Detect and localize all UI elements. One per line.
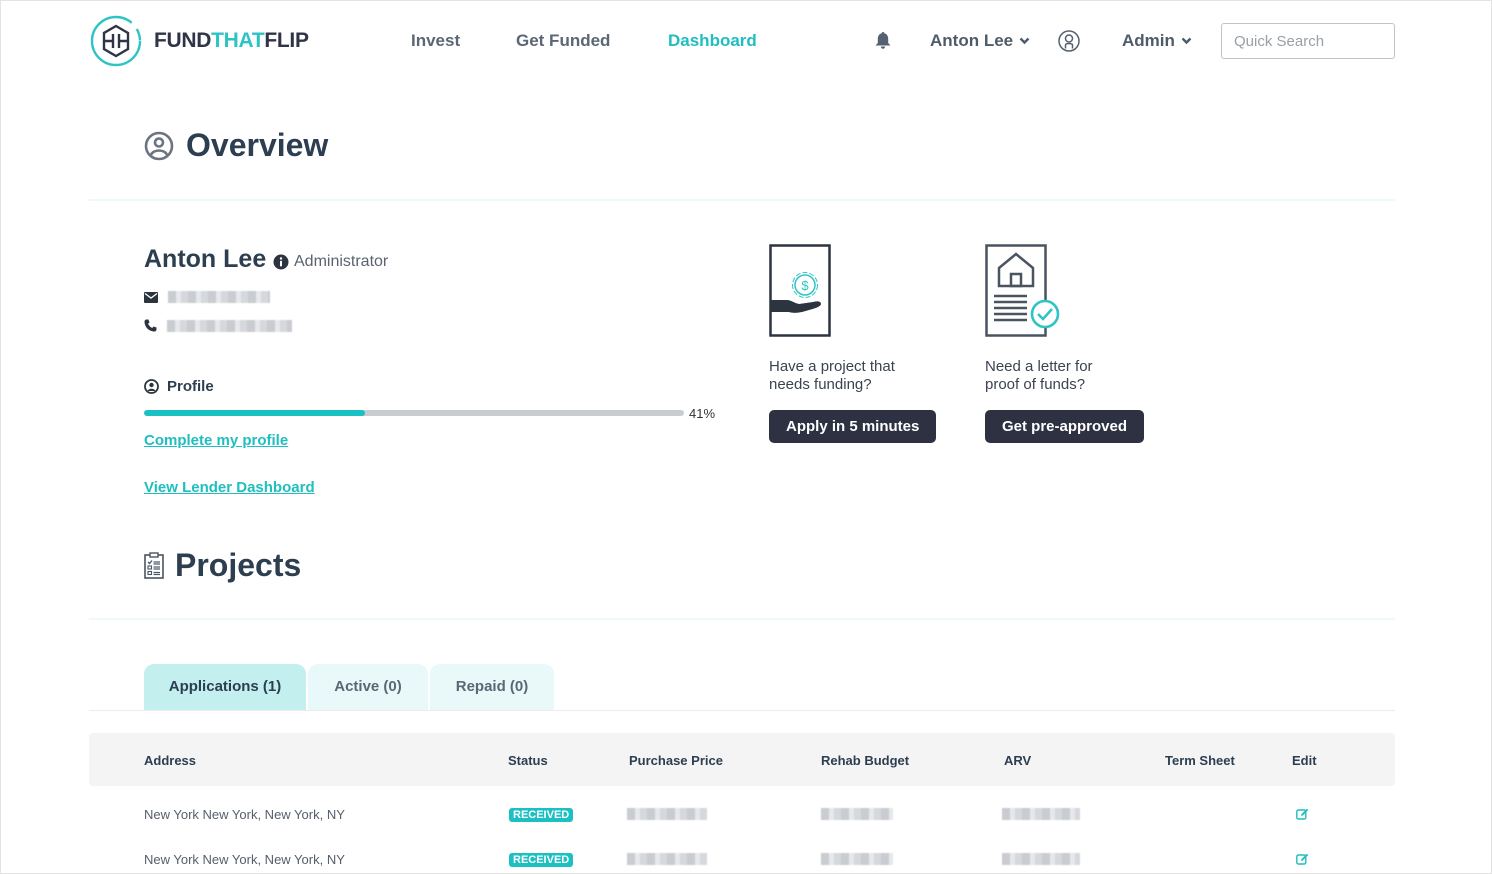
user-circle-icon[interactable] [1058,30,1080,57]
apply-button[interactable]: Apply in 5 minutes [769,410,937,443]
tab-active[interactable]: Active (0) [308,664,428,710]
projects-tabs: Applications (1) Active (0) Repaid (0) [144,664,556,710]
profile-progress-bar [144,410,684,416]
phone-row [144,319,292,332]
overview-divider [89,199,1395,201]
status-badge: RECEIVED [509,853,574,867]
edit-icon[interactable] [1296,807,1309,825]
admin-label: Admin [1122,31,1175,50]
view-lender-dashboard-link[interactable]: View Lender Dashboard [144,479,315,496]
brand-name: FUNDTHATFLIP [154,29,309,52]
nav-invest[interactable]: Invest [411,31,460,51]
column-header-address[interactable]: Address [144,753,196,768]
projects-divider [89,618,1395,620]
profile-label-text: Profile [167,378,214,395]
quick-search-input[interactable] [1221,23,1395,59]
column-header-purchase-price[interactable]: Purchase Price [629,753,723,768]
preapproval-cta-card: Need a letter for proof of funds? Get pre… [985,244,1160,443]
brand-logo[interactable]: FUNDTHATFLIP [90,15,309,67]
profile-progress-fill [144,410,366,416]
rehab-budget-redacted [821,853,893,865]
projects-title: Projects [175,547,302,583]
purchase-price-redacted [627,853,707,865]
nav-dashboard[interactable]: Dashboard [668,31,757,51]
clipboard-list-icon [144,552,164,579]
table-header: Address Status Purchase Price Rehab Budg… [89,733,1395,786]
svg-text:$: $ [801,278,809,293]
table-row[interactable]: New York New York, New York, NY RECEIVED [89,791,1395,836]
tab-applications[interactable]: Applications (1) [144,664,306,710]
profile-name: Anton Lee [144,245,267,273]
purchase-price-redacted [627,808,707,820]
address-cell: New York New York, New York, NY [144,807,345,822]
status-badge: RECEIVED [509,808,574,822]
column-header-status[interactable]: Status [508,753,548,768]
tabs-divider [89,710,1395,711]
logo-icon [90,15,142,67]
tab-repaid[interactable]: Repaid (0) [430,664,554,710]
bell-icon[interactable] [874,31,892,55]
nav-get-funded[interactable]: Get Funded [516,31,610,51]
complete-profile-link[interactable]: Complete my profile [144,432,288,449]
column-header-arv[interactable]: ARV [1004,753,1031,768]
role-label: Administrator [273,253,388,271]
address-cell: New York New York, New York, NY [144,852,345,867]
envelope-icon [144,291,158,303]
apply-cta-text: Have a project that needs funding? [769,358,895,393]
user-circle-icon [144,379,159,394]
user-menu[interactable]: Anton Lee [930,31,1030,51]
admin-menu[interactable]: Admin [1122,31,1192,51]
apply-cta-card: $ Have a project that needs funding? Appl… [769,244,944,443]
email-value-redacted [168,291,270,303]
user-circle-icon [144,131,174,160]
column-header-term-sheet[interactable]: Term Sheet [1165,753,1235,768]
profile-progress-percent: 41% [689,406,716,421]
projects-heading: Projects [144,547,301,584]
get-preapproved-button[interactable]: Get pre-approved [985,410,1145,443]
role-text: Administrator [294,253,389,270]
edit-icon[interactable] [1296,852,1309,870]
user-name: Anton Lee [930,31,1014,50]
preapproval-cta-text: Need a letter for proof of funds? [985,358,1093,393]
chevron-down-icon [1019,37,1030,45]
email-row [144,291,270,303]
hand-money-icon: $ [769,244,831,337]
overview-title: Overview [186,127,329,163]
info-icon[interactable] [273,254,289,270]
column-header-edit[interactable]: Edit [1292,753,1317,768]
house-document-check-icon [985,244,1060,337]
phone-value-redacted [167,319,292,332]
arv-redacted [1002,808,1080,820]
top-navbar: FUNDTHATFLIP Invest Get Funded Dashboard… [1,1,1492,83]
phone-icon [144,319,157,332]
profile-progress-label: Profile [144,378,214,395]
table-row[interactable]: New York New York, New York, NY RECEIVED [89,836,1395,874]
overview-heading: Overview [144,127,328,164]
column-header-rehab-budget[interactable]: Rehab Budget [821,753,909,768]
rehab-budget-redacted [821,808,893,820]
chevron-down-icon [1181,37,1192,45]
arv-redacted [1002,853,1080,865]
